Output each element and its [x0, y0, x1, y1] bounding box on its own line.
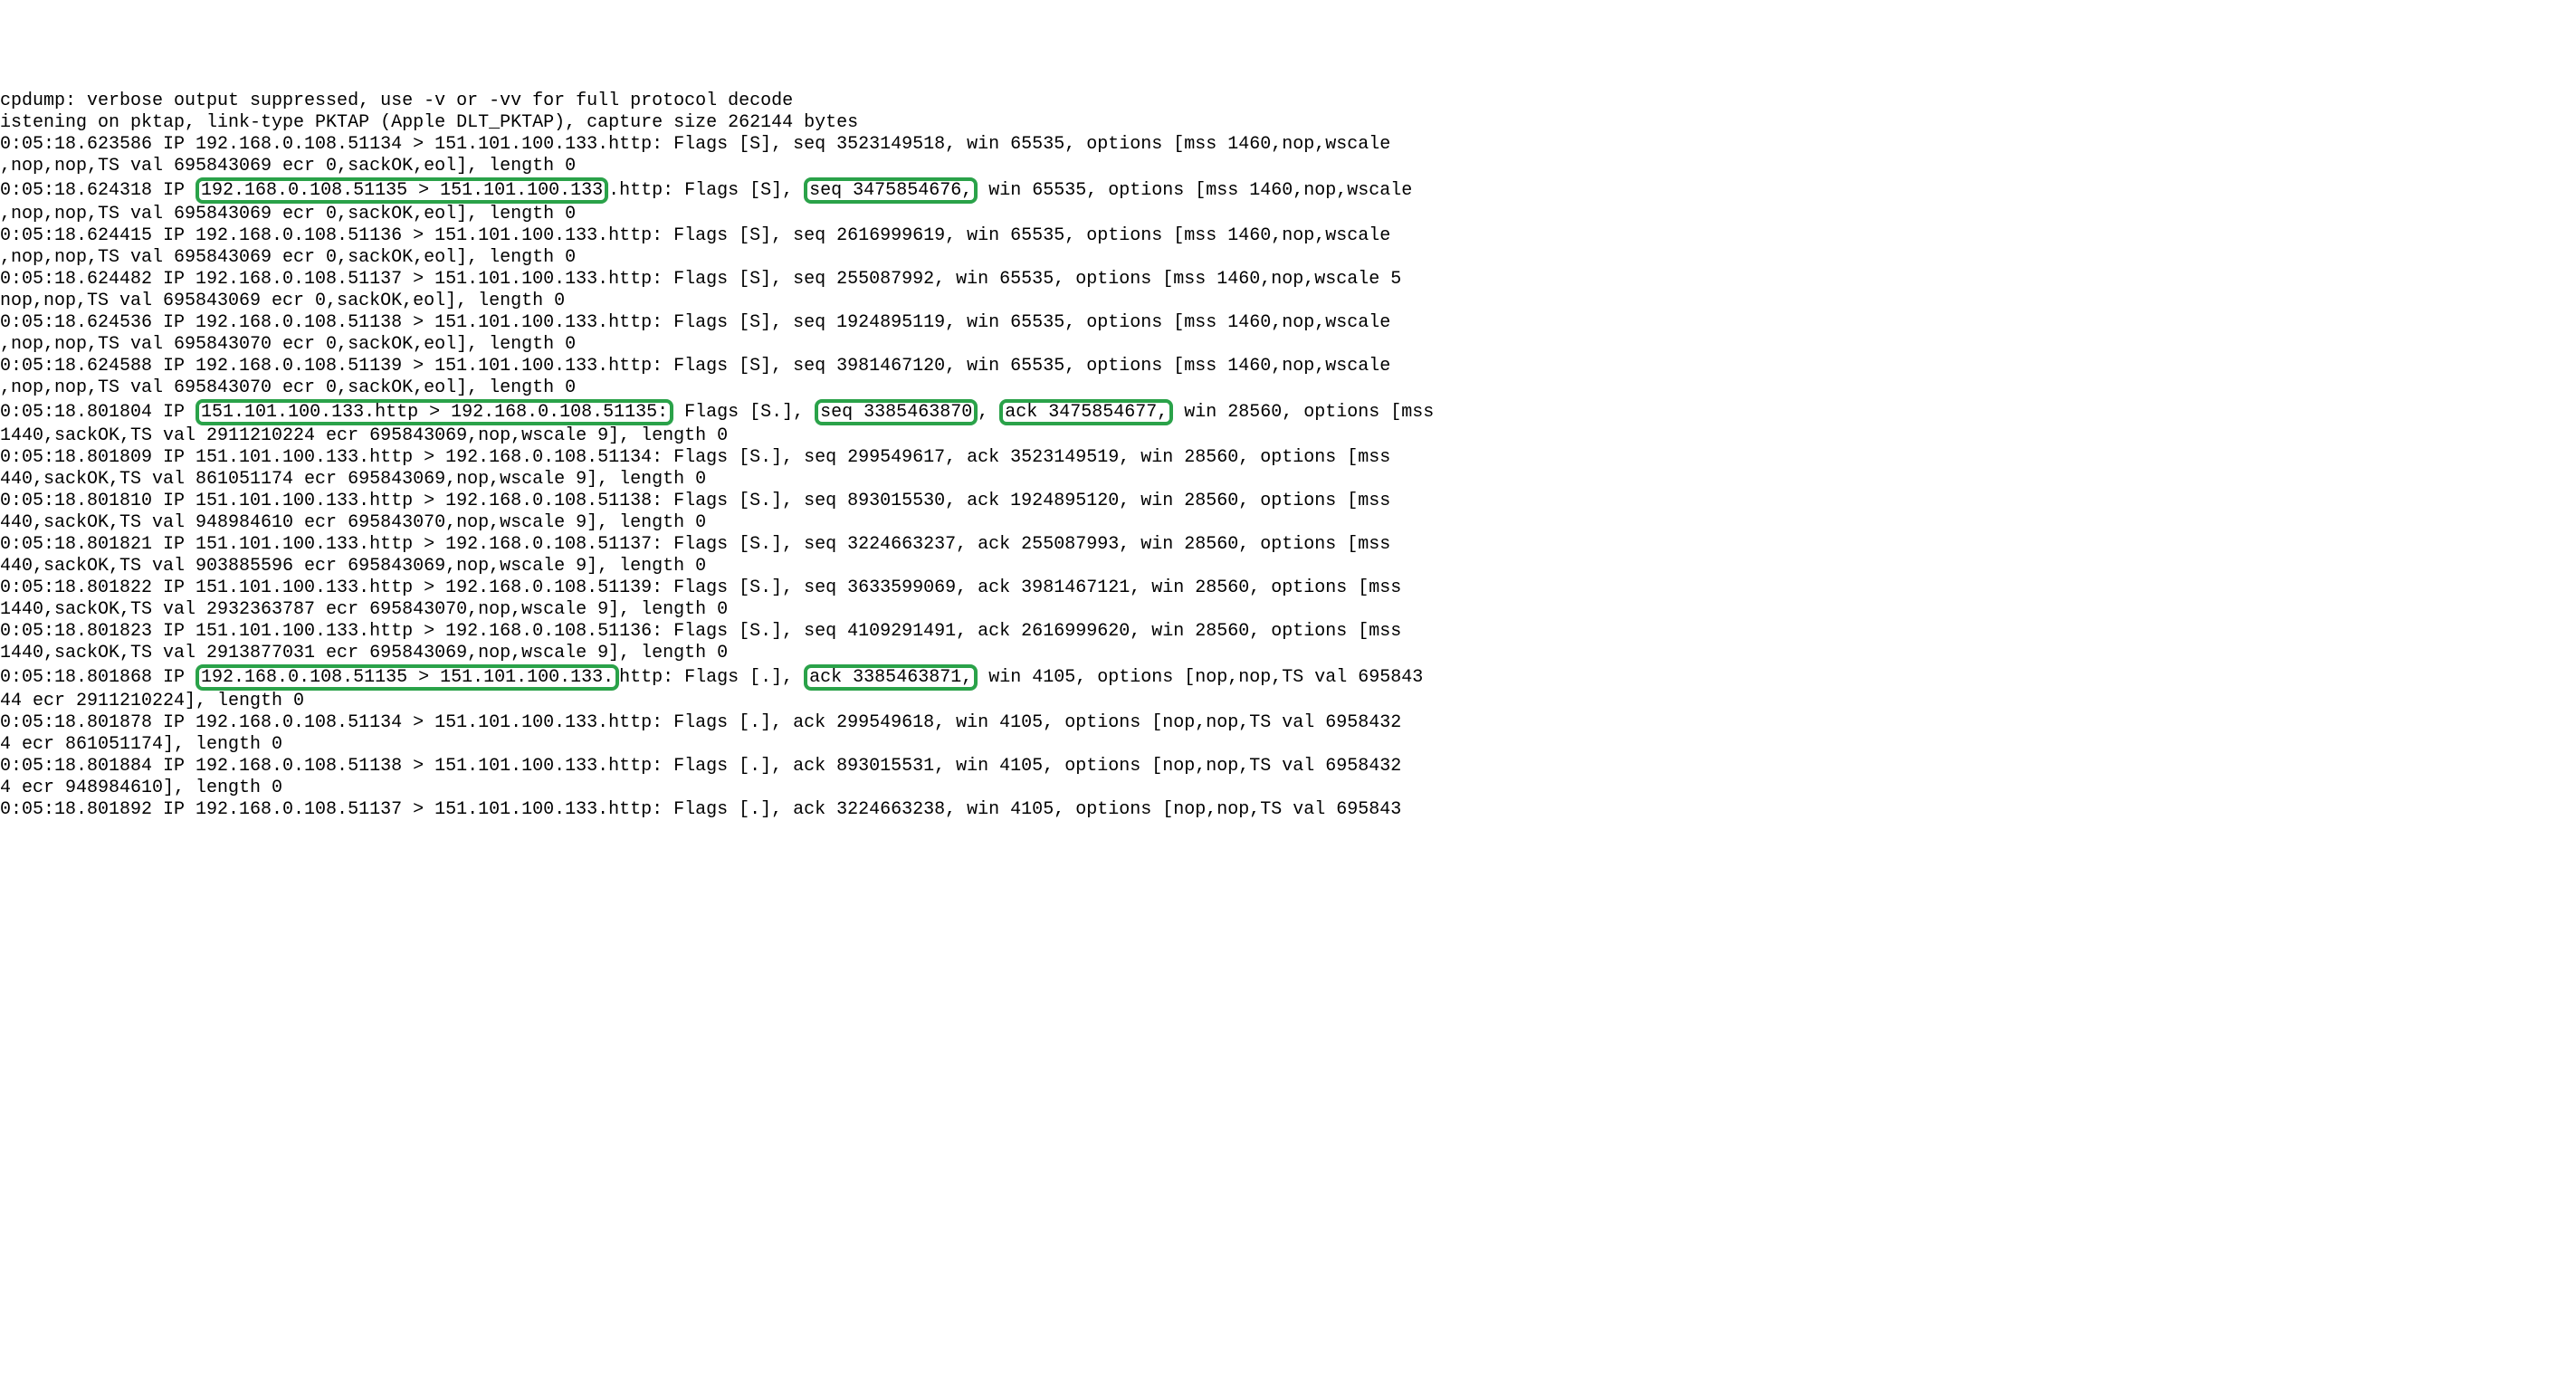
- tcpdump-header-2: istening on pktap, link-type PKTAP (Appl…: [0, 112, 858, 133]
- packet-line-cont: 1440,sackOK,TS val 2913877031 ecr 695843…: [0, 643, 728, 663]
- packet-line: 0:05:18.801884 IP 192.168.0.108.51138 > …: [0, 756, 1401, 777]
- packet-line-cont: 1440,sackOK,TS val 2911210224 ecr 695843…: [0, 425, 728, 446]
- packet-line: 0:05:18.801821 IP 151.101.100.133.http >…: [0, 534, 1390, 555]
- highlight-src-dst: 192.168.0.108.51135 > 151.101.100.133.: [196, 664, 619, 691]
- highlight-ack: ack 3385463871,: [804, 664, 978, 691]
- packet-line: 0:05:18.624536 IP 192.168.0.108.51138 > …: [0, 312, 1390, 333]
- packet-line: 0:05:18.801878 IP 192.168.0.108.51134 > …: [0, 712, 1401, 733]
- packet-line: 0:05:18.801810 IP 151.101.100.133.http >…: [0, 491, 1390, 511]
- packet-line: 0:05:18.801823 IP 151.101.100.133.http >…: [0, 621, 1401, 642]
- packet-line-cont: 440,sackOK,TS val 948984610 ecr 69584307…: [0, 512, 706, 533]
- packet-line: 0:05:18.801822 IP 151.101.100.133.http >…: [0, 577, 1401, 598]
- highlight-seq: seq 3385463870: [815, 399, 978, 425]
- highlight-src-dst: 151.101.100.133.http > 192.168.0.108.511…: [196, 399, 673, 425]
- packet-line: 0:05:18.801809 IP 151.101.100.133.http >…: [0, 447, 1390, 468]
- packet-line-cont: ,nop,nop,TS val 695843070 ecr 0,sackOK,e…: [0, 377, 576, 398]
- packet-line: 0:05:18.801804 IP 151.101.100.133.http >…: [0, 402, 1434, 423]
- packet-line: 0:05:18.623586 IP 192.168.0.108.51134 > …: [0, 134, 1390, 155]
- packet-line-cont: 4 ecr 861051174], length 0: [0, 734, 282, 755]
- packet-line-cont: ,nop,nop,TS val 695843069 ecr 0,sackOK,e…: [0, 204, 576, 224]
- terminal-output[interactable]: cpdump: verbose output suppressed, use -…: [0, 87, 2576, 821]
- packet-line: 0:05:18.801868 IP 192.168.0.108.51135 > …: [0, 667, 1423, 688]
- packet-line: 0:05:18.801892 IP 192.168.0.108.51137 > …: [0, 799, 1401, 820]
- packet-line: 0:05:18.624415 IP 192.168.0.108.51136 > …: [0, 225, 1390, 246]
- packet-line-cont: 440,sackOK,TS val 861051174 ecr 69584306…: [0, 469, 706, 490]
- packet-line-cont: 44 ecr 2911210224], length 0: [0, 691, 304, 711]
- highlight-ack: ack 3475854677,: [999, 399, 1173, 425]
- packet-line: 0:05:18.624318 IP 192.168.0.108.51135 > …: [0, 180, 1412, 201]
- packet-line-cont: ,nop,nop,TS val 695843069 ecr 0,sackOK,e…: [0, 247, 576, 268]
- packet-line-cont: nop,nop,TS val 695843069 ecr 0,sackOK,eo…: [0, 291, 565, 311]
- packet-line-cont: 1440,sackOK,TS val 2932363787 ecr 695843…: [0, 599, 728, 620]
- tcpdump-header-1: cpdump: verbose output suppressed, use -…: [0, 91, 793, 111]
- highlight-seq: seq 3475854676,: [804, 177, 978, 204]
- highlight-src-dst: 192.168.0.108.51135 > 151.101.100.133: [196, 177, 608, 204]
- packet-line-cont: 440,sackOK,TS val 903885596 ecr 69584306…: [0, 556, 706, 577]
- packet-line: 0:05:18.624482 IP 192.168.0.108.51137 > …: [0, 269, 1401, 290]
- packet-line-cont: ,nop,nop,TS val 695843070 ecr 0,sackOK,e…: [0, 334, 576, 355]
- packet-line: 0:05:18.624588 IP 192.168.0.108.51139 > …: [0, 356, 1390, 377]
- packet-line-cont: ,nop,nop,TS val 695843069 ecr 0,sackOK,e…: [0, 156, 576, 177]
- packet-line-cont: 4 ecr 948984610], length 0: [0, 778, 282, 798]
